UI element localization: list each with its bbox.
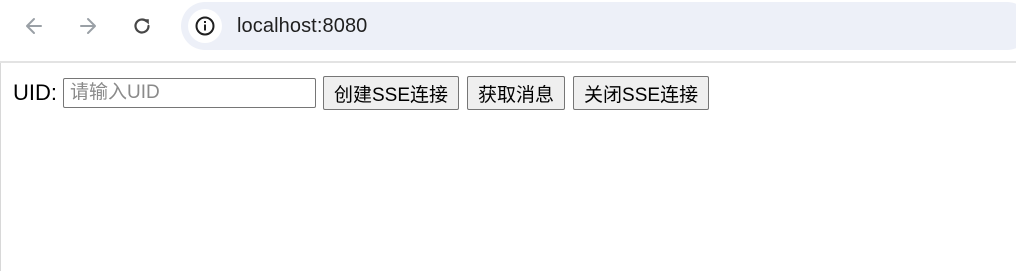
address-bar[interactable]: localhost:8080 [181, 2, 1016, 50]
toolbar-divider [0, 61, 1016, 63]
sse-controls: UID: 创建SSE连接 获取消息 关闭SSE连接 [13, 76, 717, 110]
uid-input[interactable] [63, 78, 316, 108]
reload-button[interactable] [124, 8, 160, 44]
info-icon [195, 16, 215, 36]
url-text[interactable]: localhost:8080 [237, 15, 367, 38]
back-button[interactable] [16, 8, 52, 44]
site-info-button[interactable] [188, 9, 222, 43]
fetch-messages-button[interactable]: 获取消息 [467, 76, 566, 110]
browser-toolbar: localhost:8080 [0, 0, 1016, 52]
reload-icon [134, 18, 150, 34]
arrow-right-icon [80, 18, 96, 34]
forward-button[interactable] [70, 8, 106, 44]
arrow-left-icon [26, 18, 42, 34]
uid-label: UID: [13, 80, 57, 105]
close-sse-connection-button[interactable]: 关闭SSE连接 [573, 76, 710, 110]
create-sse-connection-button[interactable]: 创建SSE连接 [323, 76, 460, 110]
window-edge [0, 63, 1, 271]
